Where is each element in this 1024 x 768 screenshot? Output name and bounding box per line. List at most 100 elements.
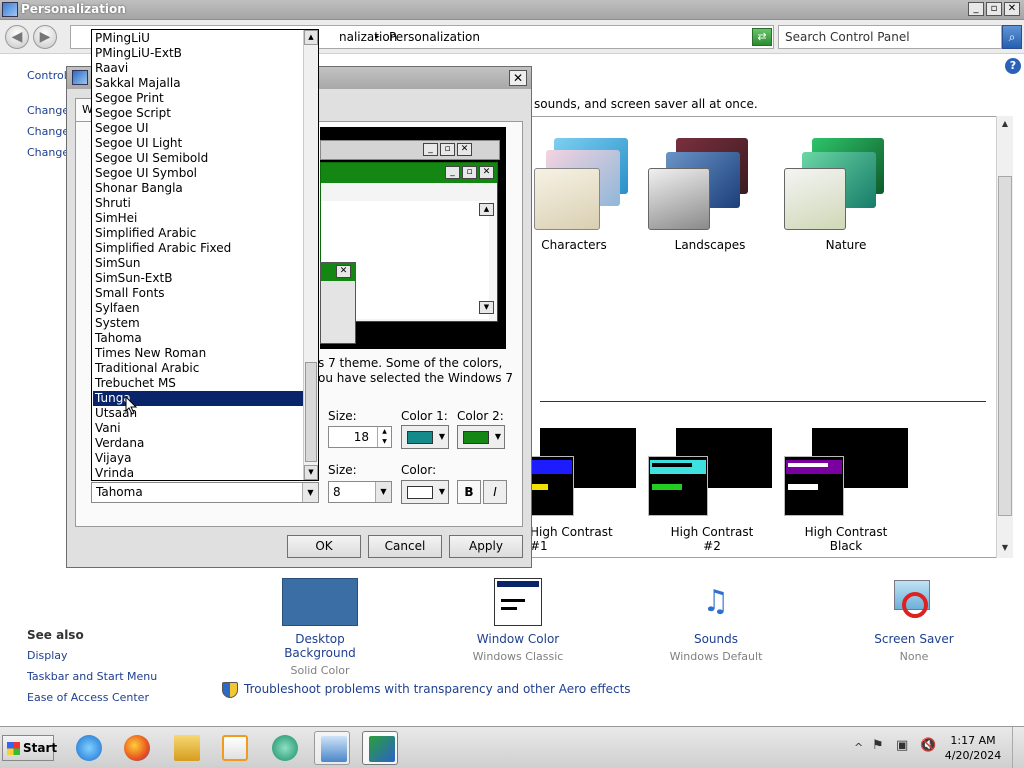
theme-high-contrast-2[interactable] bbox=[648, 428, 774, 518]
taskbar-start-menu-link[interactable]: Taskbar and Start Menu bbox=[27, 670, 157, 683]
font-option[interactable]: Traditional Arabic bbox=[93, 361, 305, 376]
change-mouse-pointers-link[interactable]: Change bbox=[27, 125, 69, 138]
font-option[interactable]: Segoe UI Light bbox=[93, 136, 305, 151]
start-button[interactable]: Start bbox=[2, 735, 57, 761]
font-option[interactable]: Sakkal Majalla bbox=[93, 76, 305, 91]
item-size-stepper[interactable]: ▲ ▼ bbox=[377, 427, 391, 447]
font-list-scrollbar[interactable]: ▲ ▼ bbox=[303, 30, 318, 480]
change-desktop-icons-link[interactable]: Change bbox=[27, 104, 69, 117]
font-option[interactable]: Segoe UI Semibold bbox=[93, 151, 305, 166]
apply-button[interactable]: Apply bbox=[449, 535, 523, 558]
section-divider bbox=[540, 401, 986, 402]
theme-high-contrast-1[interactable] bbox=[530, 428, 638, 518]
scroll-up-icon[interactable]: ▲ bbox=[997, 116, 1013, 132]
sounds-item[interactable]: ♫ Sounds Windows Default bbox=[666, 578, 766, 663]
personalization-icon bbox=[2, 2, 18, 17]
font-option[interactable]: Vijaya bbox=[93, 451, 305, 466]
ok-button[interactable]: OK bbox=[287, 535, 361, 558]
theme-landscapes[interactable] bbox=[646, 136, 750, 234]
network-icon[interactable]: ▣ bbox=[896, 738, 908, 753]
cancel-button[interactable]: Cancel bbox=[368, 535, 442, 558]
display-link[interactable]: Display bbox=[27, 649, 68, 662]
troubleshoot-link[interactable]: Troubleshoot problems with transparency … bbox=[244, 682, 631, 696]
font-option[interactable]: Small Fonts bbox=[93, 286, 305, 301]
show-hidden-icons-icon[interactable]: ^ bbox=[854, 741, 863, 754]
screen-saver-icon bbox=[890, 578, 938, 626]
breadcrumb-personalization[interactable]: Personalization bbox=[389, 30, 480, 44]
taskbar-media-player[interactable] bbox=[216, 731, 252, 765]
font-option[interactable]: Simplified Arabic bbox=[93, 226, 305, 241]
font-option[interactable]: Tahoma bbox=[93, 331, 305, 346]
refresh-icon[interactable]: ⇄ bbox=[752, 28, 772, 46]
taskbar-control-panel[interactable] bbox=[314, 731, 350, 765]
minimize-button[interactable]: _ bbox=[968, 2, 984, 16]
font-option[interactable]: Segoe UI bbox=[93, 121, 305, 136]
theme-characters[interactable] bbox=[532, 136, 632, 234]
font-option[interactable]: SimSun bbox=[93, 256, 305, 271]
font-option[interactable]: Segoe UI Symbol bbox=[93, 166, 305, 181]
font-option[interactable]: Sylfaen bbox=[93, 301, 305, 316]
control-panel-home-link[interactable]: Control bbox=[27, 69, 67, 82]
font-list-scroll-thumb[interactable] bbox=[305, 362, 317, 462]
theme-nature[interactable] bbox=[782, 136, 886, 234]
taskbar-firefox[interactable] bbox=[118, 731, 154, 765]
font-option[interactable]: SimHei bbox=[93, 211, 305, 226]
font-option[interactable]: Segoe Script bbox=[93, 106, 305, 121]
ease-of-access-link[interactable]: Ease of Access Center bbox=[27, 691, 149, 704]
font-color-picker[interactable]: ▼ bbox=[401, 480, 449, 504]
back-button[interactable]: ◀ bbox=[5, 25, 29, 49]
font-option[interactable]: Shruti bbox=[93, 196, 305, 211]
scroll-up-icon[interactable]: ▲ bbox=[304, 30, 318, 45]
screen-saver-item[interactable]: Screen Saver None bbox=[864, 578, 964, 663]
font-option[interactable]: PMingLiU bbox=[93, 31, 305, 46]
font-option[interactable]: PMingLiU-ExtB bbox=[93, 46, 305, 61]
clock[interactable]: 1:17 AM 4/20/2024 bbox=[940, 733, 1006, 763]
preview-scroll-up-icon: ▲ bbox=[479, 203, 494, 216]
taskbar-app-green[interactable] bbox=[266, 731, 302, 765]
breadcrumb-separator-icon[interactable]: ▸ bbox=[375, 32, 380, 42]
change-account-picture-link[interactable]: Change bbox=[27, 146, 69, 159]
internet-explorer-icon bbox=[76, 735, 102, 761]
forward-button[interactable]: ▶ bbox=[33, 25, 57, 49]
search-input[interactable]: Search Control Panel bbox=[778, 25, 1002, 49]
taskbar-personalization[interactable] bbox=[362, 731, 398, 765]
font-option[interactable]: Segoe Print bbox=[93, 91, 305, 106]
font-select[interactable]: Tahoma ▼ bbox=[91, 482, 319, 503]
window-color-item[interactable]: Window Color Windows Classic bbox=[468, 578, 568, 663]
close-button[interactable]: ✕ bbox=[1004, 2, 1020, 16]
show-desktop-button[interactable] bbox=[1012, 727, 1024, 768]
color2-swatch bbox=[463, 431, 489, 444]
theme-label: Landscapes bbox=[674, 238, 746, 252]
font-option[interactable]: Times New Roman bbox=[93, 346, 305, 361]
taskbar-ie[interactable] bbox=[70, 731, 106, 765]
theme-list-scrollbar[interactable]: ▲ ▼ bbox=[996, 116, 1013, 558]
italic-toggle[interactable]: I bbox=[483, 480, 507, 504]
font-option[interactable]: Raavi bbox=[93, 61, 305, 76]
font-option[interactable]: SimSun-ExtB bbox=[93, 271, 305, 286]
action-center-flag-icon[interactable]: ⚑ bbox=[872, 738, 884, 753]
bold-toggle[interactable]: B bbox=[457, 480, 481, 504]
font-option[interactable]: Simplified Arabic Fixed bbox=[93, 241, 305, 256]
color2-picker[interactable]: ▼ bbox=[457, 425, 505, 449]
item-size-label: Size: bbox=[328, 409, 357, 423]
scroll-down-icon[interactable]: ▼ bbox=[997, 540, 1013, 556]
font-option[interactable]: Vani bbox=[93, 421, 305, 436]
font-option[interactable]: System bbox=[93, 316, 305, 331]
theme-high-contrast-black[interactable] bbox=[784, 428, 910, 518]
volume-muted-icon[interactable]: 🔇 bbox=[920, 738, 936, 753]
restore-button[interactable]: ▫ bbox=[986, 2, 1002, 16]
desktop-background-item[interactable]: Desktop Background Solid Color bbox=[262, 578, 378, 677]
font-option[interactable]: Vrinda bbox=[93, 466, 305, 480]
font-size-select[interactable]: 8 ▼ bbox=[328, 481, 392, 503]
help-icon[interactable]: ? bbox=[1005, 58, 1021, 74]
search-icon[interactable]: ⌕ bbox=[1002, 25, 1022, 49]
taskbar-explorer[interactable] bbox=[168, 731, 204, 765]
font-option[interactable]: Trebuchet MS bbox=[93, 376, 305, 391]
font-option[interactable]: Shonar Bangla bbox=[93, 181, 305, 196]
scroll-down-icon[interactable]: ▼ bbox=[304, 465, 318, 480]
font-option[interactable]: Verdana bbox=[93, 436, 305, 451]
dialog-close-button[interactable]: ✕ bbox=[509, 70, 527, 86]
color1-picker[interactable]: ▼ bbox=[401, 425, 449, 449]
chevron-down-icon[interactable]: ▼ bbox=[302, 483, 318, 502]
scroll-thumb[interactable] bbox=[998, 176, 1012, 516]
